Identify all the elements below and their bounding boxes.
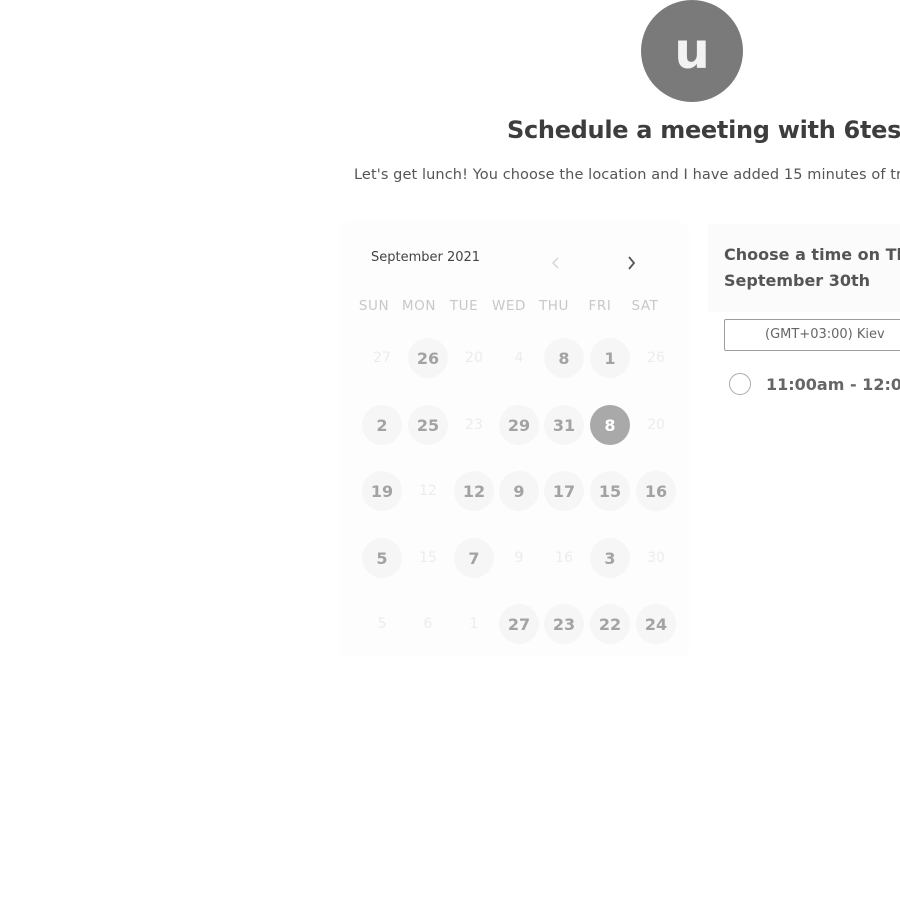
weekday-sun: SUN	[358, 298, 390, 314]
calendar-day: 1	[469, 616, 479, 632]
calendar-day[interactable]: 12	[454, 471, 494, 511]
weekday-sat: SAT	[631, 298, 659, 314]
page-title: Schedule a meeting with 6test	[507, 116, 900, 144]
time-slot-label[interactable]: 11:00am - 12:00pr	[766, 375, 900, 394]
calendar-day: 5	[377, 616, 387, 632]
calendar-day[interactable]: 26	[408, 338, 448, 378]
avatar-initial: u	[674, 22, 710, 80]
choose-time-heading-line1: Choose a time on Thur	[724, 245, 900, 264]
calendar-day: 26	[647, 350, 665, 366]
calendar-day[interactable]: 15	[590, 471, 630, 511]
calendar-day: 15	[419, 550, 437, 566]
chevron-right-icon	[628, 256, 636, 270]
calendar-day[interactable]: 1	[590, 338, 630, 378]
calendar-day: 4	[514, 350, 524, 366]
choose-time-heading-line2: September 30th	[724, 271, 871, 290]
calendar-day: 27	[373, 350, 391, 366]
weekday-tue: TUE	[449, 298, 479, 314]
calendar-day[interactable]: 16	[636, 471, 676, 511]
weekday-mon: MON	[401, 298, 437, 314]
timezone-select[interactable]: (GMT+03:00) Kiev	[724, 319, 900, 351]
calendar-day[interactable]: 9	[499, 471, 539, 511]
next-month-button[interactable]	[621, 253, 641, 273]
calendar-day[interactable]: 25	[408, 405, 448, 445]
calendar-day[interactable]: 19	[362, 471, 402, 511]
avatar: u	[641, 0, 743, 102]
weekday-thu: THU	[538, 298, 570, 314]
calendar-day[interactable]: 22	[590, 604, 630, 644]
calendar-day-selected[interactable]: 8	[590, 405, 630, 445]
calendar-day[interactable]: 2	[362, 405, 402, 445]
month-label: September 2021	[371, 250, 481, 265]
calendar-day[interactable]: 8	[544, 338, 584, 378]
weekday-wed: WED	[491, 298, 527, 314]
calendar-day[interactable]: 23	[544, 604, 584, 644]
calendar-day[interactable]: 24	[636, 604, 676, 644]
calendar-day[interactable]: 29	[499, 405, 539, 445]
calendar-day[interactable]: 17	[544, 471, 584, 511]
choose-time-heading: Choose a time on Thur September 30th	[724, 242, 900, 294]
calendar-day: 16	[555, 550, 573, 566]
calendar-day[interactable]: 3	[590, 538, 630, 578]
calendar-day: 6	[423, 616, 433, 632]
prev-month-button[interactable]	[546, 253, 566, 273]
calendar-day[interactable]: 31	[544, 405, 584, 445]
event-description: Let's get lunch! You choose the location…	[354, 167, 900, 183]
calendar-day: 9	[514, 550, 524, 566]
calendar-day: 30	[647, 550, 665, 566]
calendar-day[interactable]: 7	[454, 538, 494, 578]
calendar-day: 20	[465, 350, 483, 366]
calendar-day: 12	[419, 483, 437, 499]
weekday-fri: FRI	[588, 298, 612, 314]
calendar-day: 20	[647, 417, 665, 433]
time-slot-radio[interactable]	[729, 373, 751, 395]
chevron-left-icon	[551, 257, 559, 269]
calendar-day[interactable]: 5	[362, 538, 402, 578]
calendar-day[interactable]: 27	[499, 604, 539, 644]
calendar-day: 23	[465, 417, 483, 433]
